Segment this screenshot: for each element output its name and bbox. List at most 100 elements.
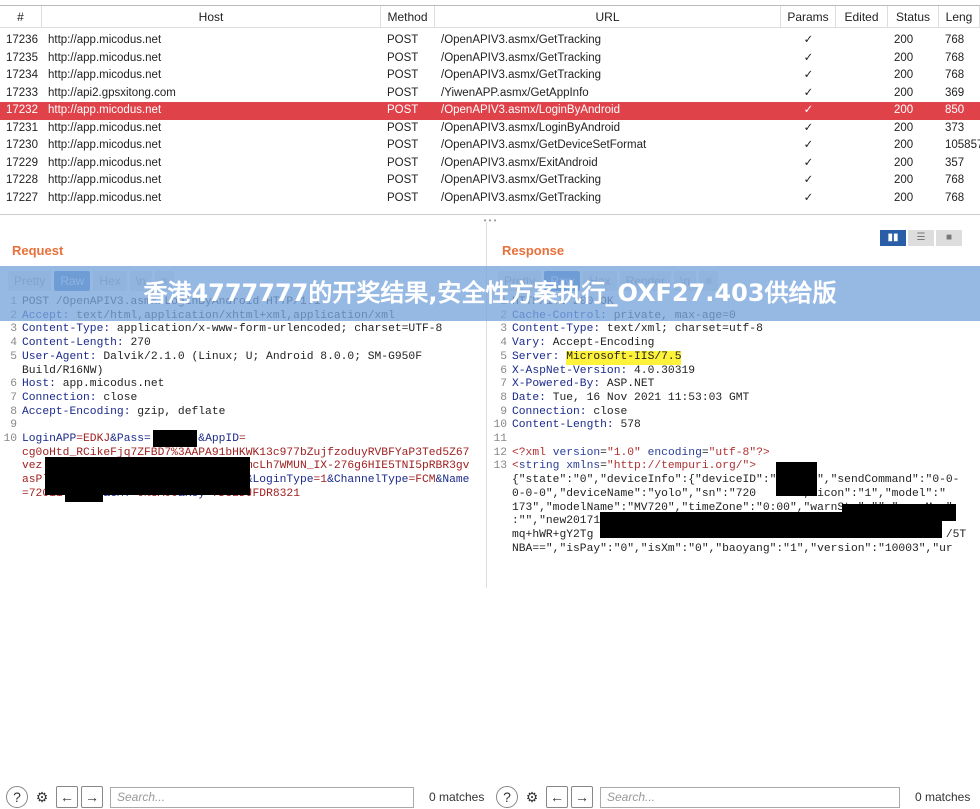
single-pane-icon[interactable]: ■ <box>936 230 962 246</box>
code-token: text/xml; charset=utf-8 <box>606 323 763 336</box>
line-number: 6 <box>500 364 507 377</box>
column-header-0[interactable]: # <box>0 6 42 28</box>
code-token: &Name <box>435 474 470 487</box>
request-title: Request <box>12 243 64 258</box>
table-row[interactable]: 17232 http://app.micodus.net POST/OpenAPIV… <box>0 102 980 120</box>
code-token: Accept-Encoding <box>552 337 655 350</box>
code-line: Build/R16NW) <box>0 365 476 379</box>
column-header-1[interactable]: Host <box>42 6 381 28</box>
cell-host: http://api2.gpsxitong.com <box>48 86 176 99</box>
cell-url: /OpenAPIV3.asmx/GetTracking <box>441 51 602 64</box>
table-row[interactable]: 17233 http://api2.gpsxitong.com POST/Yiwen… <box>0 85 980 103</box>
column-header-3[interactable]: URL <box>435 6 781 28</box>
response-search-bar: ? ⚙ ← → Search... 0 matches <box>496 785 970 809</box>
code-token: &LoginType <box>245 474 314 487</box>
code-token: app.micodus.net <box>62 378 165 391</box>
redaction <box>65 485 103 502</box>
line-number: 8 <box>500 391 507 404</box>
split-horizontal-icon[interactable]: ▮▮ <box>880 230 906 246</box>
table-row[interactable]: 17234 http://app.micodus.net POST/OpenAPIV… <box>0 67 980 85</box>
code-token: Vary: <box>512 337 553 350</box>
cell-host: http://app.micodus.net <box>48 34 162 46</box>
column-header-4[interactable]: Params <box>781 6 836 28</box>
table-row[interactable]: 17236 http://app.micodus.net POST/OpenAPIV… <box>0 32 980 50</box>
column-header-7[interactable]: Leng <box>939 6 980 28</box>
cell-status: 200 <box>894 139 914 151</box>
cell-host: http://app.micodus.net <box>48 191 162 204</box>
table-row[interactable]: 17230 http://app.micodus.net POST/OpenAPIV… <box>0 137 980 155</box>
code-token: Host: <box>22 378 63 391</box>
response-title: Response <box>502 243 565 258</box>
code-token: Content-Type: <box>512 323 607 336</box>
code-token: NBA==","isPay":"0","isXm":"0","baoyang":… <box>512 542 953 555</box>
cell-params: ✓ <box>803 34 814 46</box>
request-match-count: 0 matches <box>429 790 485 804</box>
arrow-right-icon[interactable]: → <box>81 786 103 808</box>
redaction <box>600 512 942 538</box>
cell-length: 768 <box>945 34 965 46</box>
code-token: string xmlns <box>518 460 601 473</box>
table-body: 17236 http://app.micodus.net POST/OpenAPIV… <box>0 32 980 207</box>
code-token: &ChannelType <box>327 474 409 487</box>
cell-url: /YiwenAPP.asmx/GetAppInfo <box>441 86 589 99</box>
response-match-count: 0 matches <box>915 790 971 804</box>
cell-id: 17229 <box>6 156 38 169</box>
cell-params: ✓ <box>803 139 814 151</box>
cell-method: POST <box>387 191 419 204</box>
line-number: 5 <box>10 350 17 363</box>
redaction <box>776 462 817 496</box>
table-row[interactable]: 17227 http://app.micodus.net POST/OpenAPIV… <box>0 190 980 208</box>
split-vertical-icon[interactable]: ☰ <box>908 230 934 246</box>
cell-method: POST <box>387 51 419 64</box>
cell-edited <box>836 32 888 50</box>
cell-host: http://app.micodus.net <box>48 156 162 169</box>
arrow-left-icon[interactable]: ← <box>56 786 78 808</box>
help-icon[interactable]: ? <box>6 786 28 808</box>
settings-icon[interactable]: ⚙ <box>521 786 543 808</box>
table-row[interactable]: 17229 http://app.micodus.net POST/OpenAPIV… <box>0 155 980 173</box>
cell-url: /OpenAPIV3.asmx/GetTracking <box>441 69 602 81</box>
code-line: 12 <?xml version = "1.0" encoding = "utf-8"?> <box>490 447 970 461</box>
cell-method: POST <box>387 34 419 46</box>
cell-params: ✓ <box>803 156 814 169</box>
cell-params: ✓ <box>803 121 814 134</box>
arrow-right-icon[interactable]: → <box>571 786 593 808</box>
cell-edited <box>836 102 888 120</box>
cell-id: 17234 <box>6 69 38 81</box>
code-token: gzip, deflate <box>137 405 226 418</box>
settings-icon[interactable]: ⚙ <box>31 786 53 808</box>
table-row[interactable]: 17228 http://app.micodus.net POST/OpenAPIV… <box>0 172 980 190</box>
column-header-6[interactable]: Status <box>888 6 939 28</box>
request-search-bar: ? ⚙ ← → Search... 0 matches <box>6 785 484 809</box>
code-line: 8 Accept-Encoding: gzip, deflate <box>0 406 476 420</box>
line-number: 11 <box>493 433 507 446</box>
code-line: 6 X-AspNet-Version: 4.0.30319 <box>490 365 970 379</box>
code-token: 578 <box>620 419 641 432</box>
cell-length: 369 <box>945 86 965 99</box>
cell-edited <box>836 67 888 85</box>
cell-host: http://app.micodus.net <box>48 121 162 134</box>
response-search-input[interactable]: Search... <box>600 786 900 808</box>
cell-edited <box>836 50 888 68</box>
request-search-input[interactable]: Search... <box>110 786 414 808</box>
column-header-5[interactable]: Edited <box>836 6 888 28</box>
line-number: 4 <box>10 337 17 350</box>
cell-params: ✓ <box>803 69 814 81</box>
line-number: 6 <box>10 378 17 391</box>
cell-status: 200 <box>894 174 914 186</box>
table-row[interactable]: 17235 http://app.micodus.net POST/OpenAPIV… <box>0 50 980 68</box>
cell-id: 17235 <box>6 51 38 64</box>
code-token: Server: <box>512 350 567 363</box>
line-number: 13 <box>493 460 507 473</box>
code-line: 7 X-Powered-By: ASP.NET <box>490 378 970 392</box>
arrow-left-icon[interactable]: ← <box>546 786 568 808</box>
cell-status: 200 <box>894 104 914 116</box>
code-token: User-Agent: <box>22 350 104 363</box>
column-header-2[interactable]: Method <box>381 6 435 28</box>
cell-url: /OpenAPIV3.asmx/GetTracking <box>441 174 602 186</box>
code-token: 0-0-0","deviceName":"yolo","sn":"720 ","… <box>512 487 946 500</box>
help-icon[interactable]: ? <box>496 786 518 808</box>
cell-method: POST <box>387 69 419 81</box>
table-row[interactable]: 17231 http://app.micodus.net POST/OpenAPIV… <box>0 120 980 138</box>
line-number <box>0 460 22 474</box>
